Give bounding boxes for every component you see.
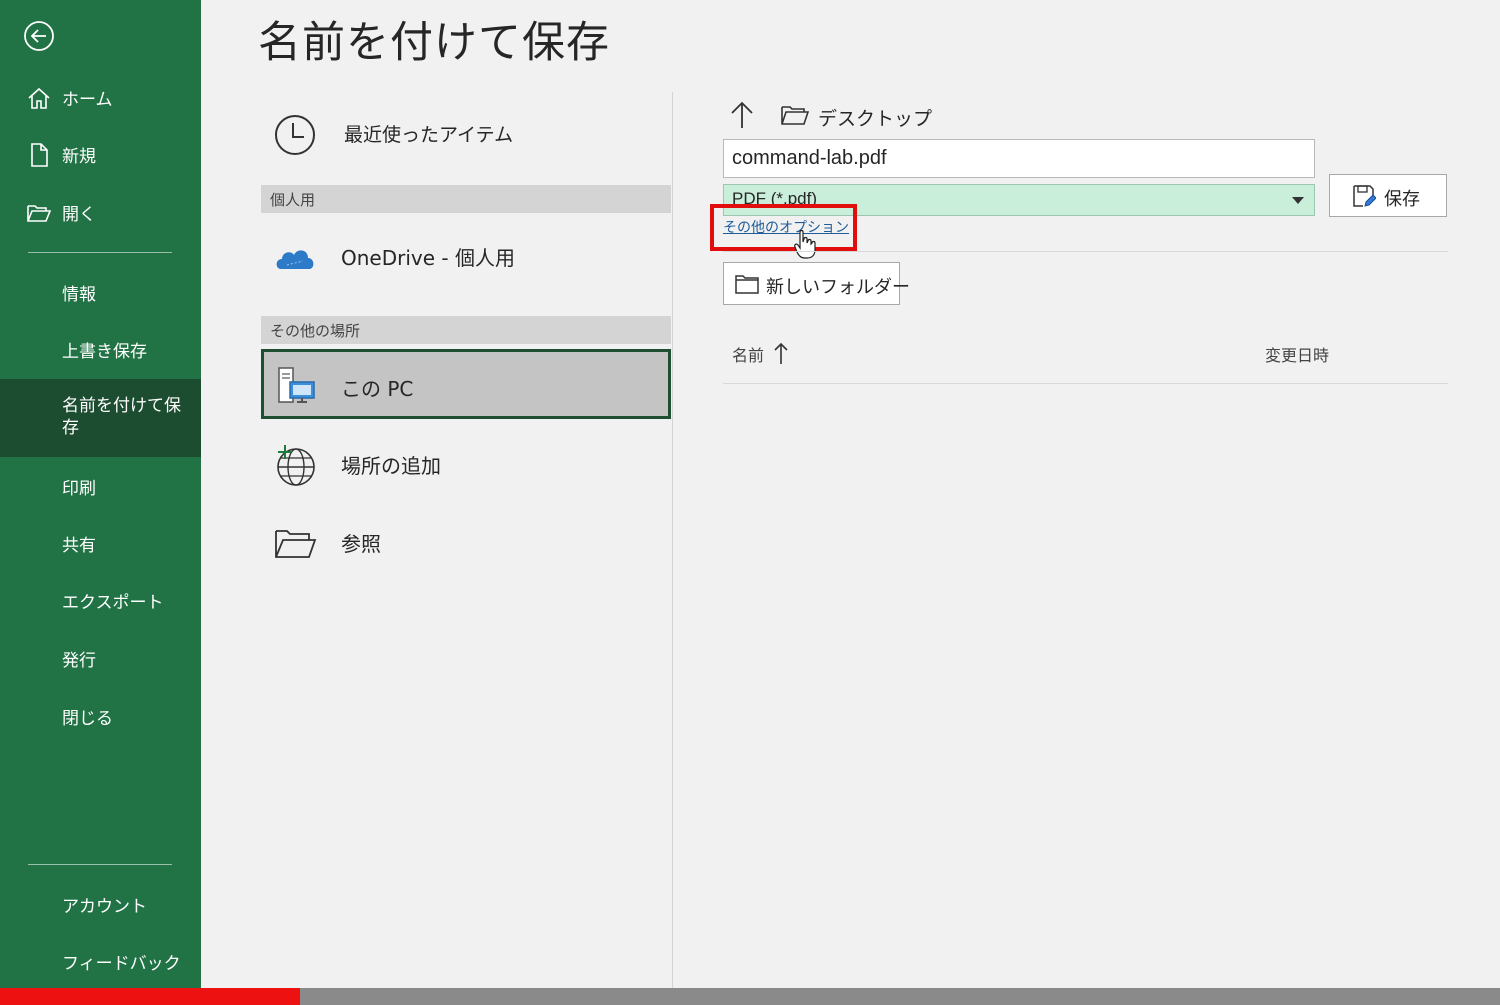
highlight-annotation [710,204,857,251]
save-button-label: 保存 [1384,189,1420,210]
page-title: 名前を付けて保存 [258,18,610,68]
open-folder-icon [27,205,52,222]
nav-print-label: 印刷 [62,478,96,499]
nav-feedback-label: フィードバック [62,953,181,974]
nav-share[interactable]: 共有 [0,519,201,567]
back-arrow-icon [24,21,54,51]
nav-publish[interactable]: 発行 [0,634,201,682]
location-this-pc[interactable]: この PC [261,349,671,419]
computer-icon [278,367,315,403]
location-this-pc-label: この PC [341,377,414,401]
section-header-personal: 個人用 [261,185,671,213]
location-add-place[interactable]: 場所の追加 [261,428,671,498]
backstage-sidebar: ホーム 新規 開く 情報 上書き保存 名前を付けて保存 印刷 共有 エクスポート… [0,0,201,988]
location-add-place-label: 場所の追加 [341,454,441,478]
clock-icon [275,115,315,155]
nav-save-as[interactable]: 名前を付けて保存 [0,379,201,457]
nav-account[interactable]: アカウント [0,880,201,928]
nav-save[interactable]: 上書き保存 [0,325,201,373]
filename-input[interactable] [723,139,1315,178]
nav-save-label: 上書き保存 [62,341,147,362]
nav-open-label: 開く [62,204,96,225]
location-recent-label: 最近使ったアイテム [344,124,514,146]
nav-new[interactable]: 新規 [0,130,201,178]
nav-account-label: アカウント [62,896,147,917]
new-folder-button[interactable]: 新しいフォルダー [723,262,910,305]
save-button[interactable]: 保存 [1329,174,1447,217]
sidebar-divider-bottom [28,864,172,865]
column-header-modified[interactable]: 変更日時 [1265,342,1329,366]
current-location[interactable]: デスクトップ [818,104,932,131]
folder-icon [781,106,809,125]
progress-bar [0,988,1500,1005]
column-divider [672,92,673,988]
nav-print[interactable]: 印刷 [0,462,201,510]
location-onedrive-label: OneDrive - 個人用 [341,246,515,270]
pane-separator [723,251,1448,252]
column-header-name[interactable]: 名前 [732,342,764,366]
sidebar-divider [28,252,172,253]
location-recent[interactable]: 最近使ったアイテム [261,98,671,168]
globe-add-icon [277,445,315,486]
nav-home[interactable]: ホーム [0,73,201,121]
folder-open-icon [275,530,317,558]
section-header-other: その他の場所 [261,316,671,344]
location-browse-label: 参照 [341,532,381,556]
cloud-icon [276,250,314,269]
nav-close[interactable]: 閉じる [0,692,201,740]
progress-fill [0,988,300,1005]
location-browse[interactable]: 参照 [261,506,671,576]
nav-open[interactable]: 開く [0,188,201,236]
back-button[interactable] [22,19,56,53]
nav-share-label: 共有 [62,535,96,556]
nav-home-label: ホーム [62,89,113,110]
new-folder-icon [735,275,759,294]
chevron-down-icon [1292,197,1304,204]
up-one-level-icon[interactable] [729,100,755,130]
hand-cursor-icon [794,229,816,259]
save-icon [1353,185,1376,207]
home-icon [28,87,50,109]
file-list-header-separator [723,383,1448,384]
location-onedrive[interactable]: OneDrive - 個人用 [261,220,671,290]
nav-export[interactable]: エクスポート [0,576,201,624]
new-folder-button-label: 新しいフォルダー [766,277,910,298]
nav-feedback[interactable]: フィードバック [0,937,201,985]
sort-ascending-icon [774,342,788,364]
nav-save-as-label: 名前を付けて保存 [62,396,181,438]
nav-export-label: エクスポート [62,592,164,613]
nav-close-label: 閉じる [62,708,113,729]
nav-new-label: 新規 [62,146,96,167]
nav-info-label: 情報 [62,284,96,305]
nav-publish-label: 発行 [62,650,96,671]
nav-info[interactable]: 情報 [0,268,201,316]
new-document-icon [31,143,48,167]
